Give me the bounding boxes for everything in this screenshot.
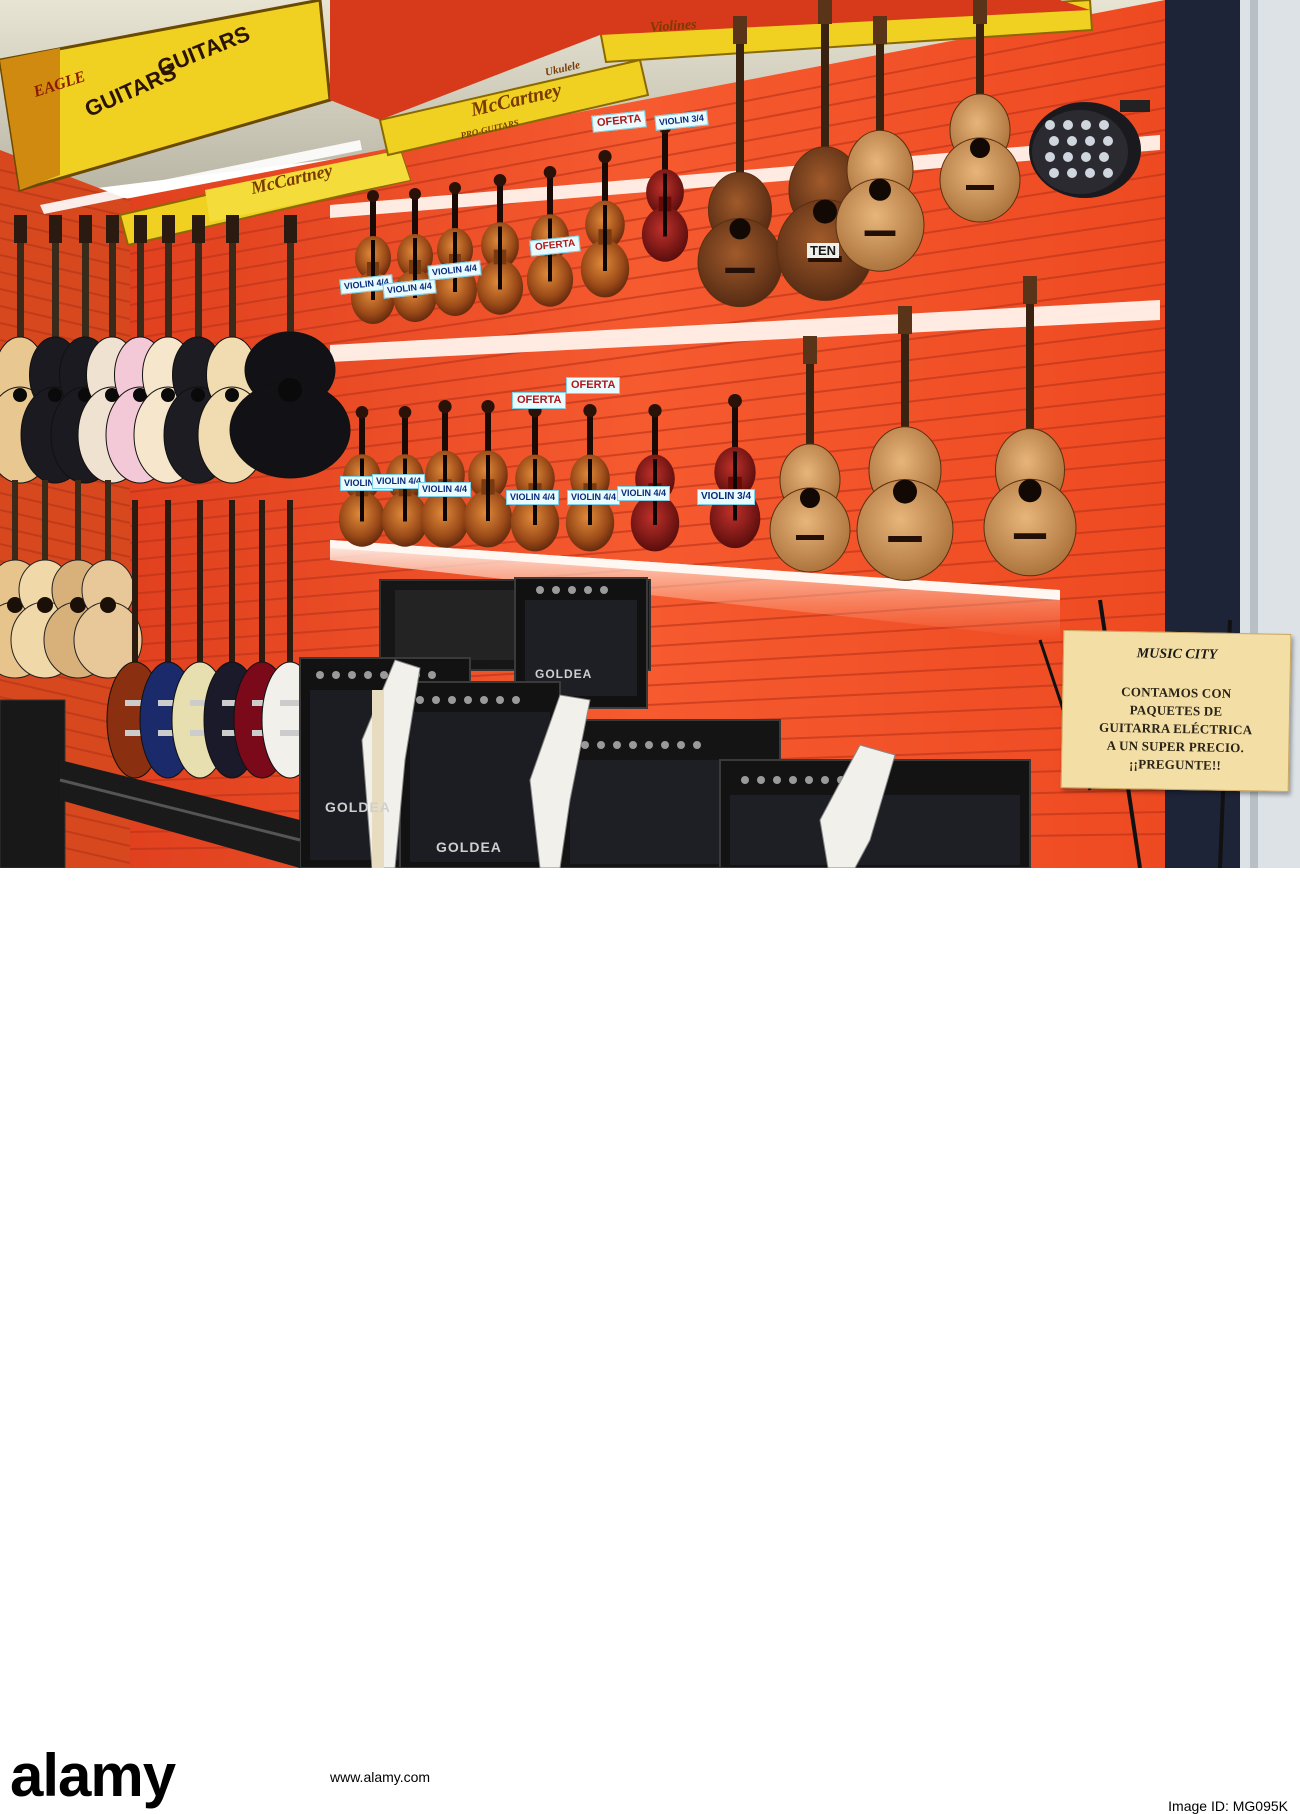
violin-tag-bottom-6: VIOLIN 4/4 <box>617 486 671 501</box>
stock-meta: www.alamy.com <box>330 1766 430 1788</box>
stock-image-id: Image ID: MG095K <box>1168 1798 1288 1814</box>
stock-url: www.alamy.com <box>330 1769 431 1785</box>
sign-line-3: GUITARRA ELÉCTRICA <box>1098 719 1253 738</box>
sign-line-5: ¡¡PREGUNTE!! <box>1128 756 1222 773</box>
sign-line-1: CONTAMOS CON <box>1121 684 1232 701</box>
store-photo: EAGLE GUITARS GUITARS McCartney McCartne… <box>0 0 1300 956</box>
ukulele-tag: TEN <box>807 243 839 258</box>
violin-tag-bottom-3: VIOLIN 4/4 <box>418 482 472 497</box>
violin-tag-bottom-5: VIOLIN 4/4 <box>567 490 621 505</box>
stock-footer: alamy www.alamy.com Image ID: MG095K <box>0 868 1300 1814</box>
oferta-tag-3: OFERTA <box>512 392 567 409</box>
sign-line-2: PAQUETES DE <box>1129 702 1223 719</box>
sign-line-4: A UN SUPER PRECIO. <box>1106 737 1245 756</box>
violin-tag-bottom-7: VIOLIN 3/4 <box>697 489 756 505</box>
amp-brand-small: GOLDEA <box>535 667 593 681</box>
alamy-watermark: alamy <box>10 1742 176 1809</box>
promo-sign: MUSIC CITY CONTAMOS CON PAQUETES DE GUIT… <box>1060 630 1292 792</box>
amp-far-left <box>0 699 66 868</box>
violin-tag-bottom-4: VIOLIN 4/4 <box>506 490 560 505</box>
amp-brand-center: GOLDEA <box>436 839 502 855</box>
amp-brand-left: GOLDEA <box>325 799 391 815</box>
oferta-tag-2: OFERTA <box>566 377 621 394</box>
sign-brand: MUSIC CITY <box>1136 646 1218 663</box>
